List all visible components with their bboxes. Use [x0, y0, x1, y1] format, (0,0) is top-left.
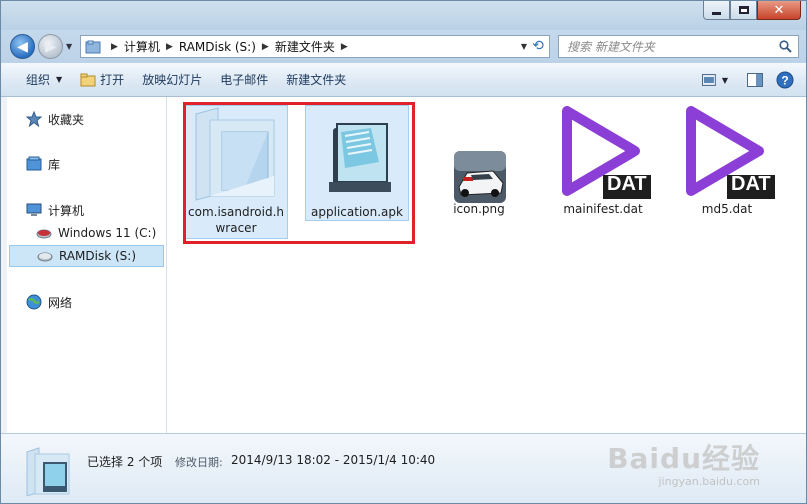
help-button[interactable]: ?	[772, 67, 798, 93]
new-folder-label: 新建文件夹	[286, 73, 347, 87]
minimize-icon	[712, 11, 721, 15]
file-name-line: wracer	[215, 221, 257, 235]
forward-arrow-icon: ▶	[45, 38, 56, 55]
view-icon	[702, 74, 716, 86]
chevron-down-icon: ▼	[56, 75, 63, 84]
file-item-md5-dat[interactable]: DAT md5.dat	[675, 101, 779, 221]
selected-items-thumbnail-icon	[26, 447, 70, 496]
open-folder-icon	[80, 73, 96, 86]
dat-badge-text: DAT	[731, 173, 771, 195]
dat-badge-text: DAT	[607, 173, 647, 195]
window-controls: ✕	[703, 1, 801, 20]
modified-date-label: 修改日期:	[175, 456, 223, 469]
close-icon: ✕	[773, 2, 785, 18]
slideshow-button[interactable]: 放映幻灯片	[133, 67, 211, 93]
file-name: com.isandroid.h wracer	[185, 202, 287, 240]
favorites-star-icon	[26, 111, 42, 127]
file-list: com.isandroid.h wracer application.apk i…	[168, 97, 806, 433]
organize-menu[interactable]: 组织 ▼	[17, 67, 71, 93]
forward-button[interactable]: ▶	[38, 34, 63, 59]
nav-label-favorites: 收藏夹	[48, 112, 85, 127]
command-bar: 组织 ▼ 打开 放映幻灯片 电子邮件 新建文件夹 ▼ ?	[1, 63, 806, 97]
drive-icon	[36, 229, 52, 239]
file-item-apk[interactable]: application.apk	[305, 105, 409, 221]
minimize-button[interactable]	[703, 1, 730, 20]
nav-label-libraries: 库	[48, 157, 61, 172]
folder-location-icon	[85, 40, 101, 53]
nav-item-libraries[interactable]: 库	[8, 153, 60, 175]
help-icon: ?	[776, 71, 794, 89]
nav-label-network: 网络	[48, 295, 73, 310]
preview-pane-button[interactable]	[742, 67, 768, 93]
back-button[interactable]: ◀	[10, 34, 35, 59]
breadcrumb-ramdisk[interactable]: RAMDisk (S:)	[179, 40, 256, 54]
folder-icon	[186, 106, 286, 202]
navigation-pane: 收藏夹 库 计算机 Windows 11 (C:) RAMDisk (S:) 网…	[1, 97, 167, 433]
baidu-watermark: Baidu经验 jingyan.baidu.com	[607, 437, 760, 488]
close-button[interactable]: ✕	[757, 1, 801, 20]
email-label: 电子邮件	[220, 73, 269, 87]
maximize-button[interactable]	[730, 1, 757, 20]
svg-text:?: ?	[781, 74, 788, 88]
file-name: application.apk	[311, 205, 403, 219]
address-history-dropdown[interactable]: ▼	[521, 42, 527, 51]
email-button[interactable]: 电子邮件	[211, 67, 277, 93]
library-icon	[26, 156, 42, 171]
file-name: md5.dat	[701, 202, 753, 216]
nav-item-network[interactable]: 网络	[8, 291, 72, 313]
dat-file-icon: DAT	[677, 101, 777, 199]
view-controls: ▼ ?	[698, 67, 798, 93]
modified-date-value: 2014/9/13 18:02 - 2015/1/4 10:40	[231, 453, 436, 467]
preview-pane-icon	[747, 73, 763, 87]
slideshow-label: 放映幻灯片	[142, 73, 203, 87]
file-item-manifest-dat[interactable]: DAT mainifest.dat	[551, 101, 655, 221]
new-folder-button[interactable]: 新建文件夹	[277, 67, 355, 93]
file-name-line: com.isandroid.h	[188, 205, 284, 219]
breadcrumb-chevron-icon[interactable]: ▶	[341, 42, 348, 52]
view-dropdown-icon[interactable]: ▼	[722, 76, 728, 85]
change-view-button[interactable]: ▼	[702, 67, 728, 93]
file-name: mainifest.dat	[563, 202, 643, 216]
file-item-folder[interactable]: com.isandroid.h wracer	[184, 105, 288, 239]
nav-item-drive-c[interactable]: Windows 11 (C:)	[8, 222, 156, 244]
breadcrumb-chevron-icon[interactable]: ▶	[262, 42, 269, 52]
breadcrumb-computer[interactable]: 计算机	[124, 38, 160, 55]
nav-item-drive-s[interactable]: RAMDisk (S:)	[9, 245, 164, 267]
car-image-icon	[429, 105, 529, 203]
selection-count: 已选择 2 个项	[87, 455, 163, 469]
nav-label-drive-c: Windows 11 (C:)	[58, 226, 157, 240]
computer-icon	[26, 203, 42, 216]
breadcrumb-chevron-icon[interactable]: ▶	[111, 42, 118, 52]
refresh-icon[interactable]: ⟲	[530, 38, 546, 54]
breadcrumb-new-folder[interactable]: 新建文件夹	[275, 38, 335, 55]
title-bar: ✕	[1, 1, 806, 30]
search-input[interactable]	[559, 36, 769, 57]
nav-item-computer[interactable]: 计算机	[8, 199, 84, 221]
maximize-icon	[738, 6, 749, 14]
network-globe-icon	[26, 294, 42, 310]
explorer-window: ✕ ◀ ▶ ▼ ▶ 计算机 ▶ RAMDisk (S:) ▶ 新建文件夹 ▶ ▼…	[0, 0, 807, 504]
drive-icon	[37, 252, 53, 262]
open-label: 打开	[100, 73, 125, 87]
address-bar[interactable]: ▶ 计算机 ▶ RAMDisk (S:) ▶ 新建文件夹 ▶ ▼ ⟲	[80, 35, 550, 58]
breadcrumb-chevron-icon[interactable]: ▶	[166, 42, 173, 52]
back-arrow-icon: ◀	[17, 38, 28, 55]
nav-label-drive-s: RAMDisk (S:)	[59, 249, 137, 263]
search-icon[interactable]	[779, 40, 792, 53]
search-box	[558, 35, 799, 58]
organize-label: 组织	[26, 73, 51, 87]
dat-file-icon: DAT	[553, 101, 653, 199]
file-name: icon.png	[453, 202, 505, 216]
file-item-icon-png[interactable]: icon.png	[427, 105, 531, 221]
notepad-icon	[307, 106, 407, 202]
recent-pages-dropdown[interactable]: ▼	[66, 42, 72, 51]
nav-label-computer: 计算机	[48, 203, 85, 218]
open-button[interactable]: 打开	[71, 67, 133, 93]
address-row: ◀ ▶ ▼ ▶ 计算机 ▶ RAMDisk (S:) ▶ 新建文件夹 ▶ ▼ ⟲	[1, 30, 806, 63]
watermark-main: Baidu经验	[607, 442, 760, 475]
nav-scrollbar[interactable]	[1, 97, 7, 433]
nav-item-favorites[interactable]: 收藏夹	[8, 108, 84, 130]
